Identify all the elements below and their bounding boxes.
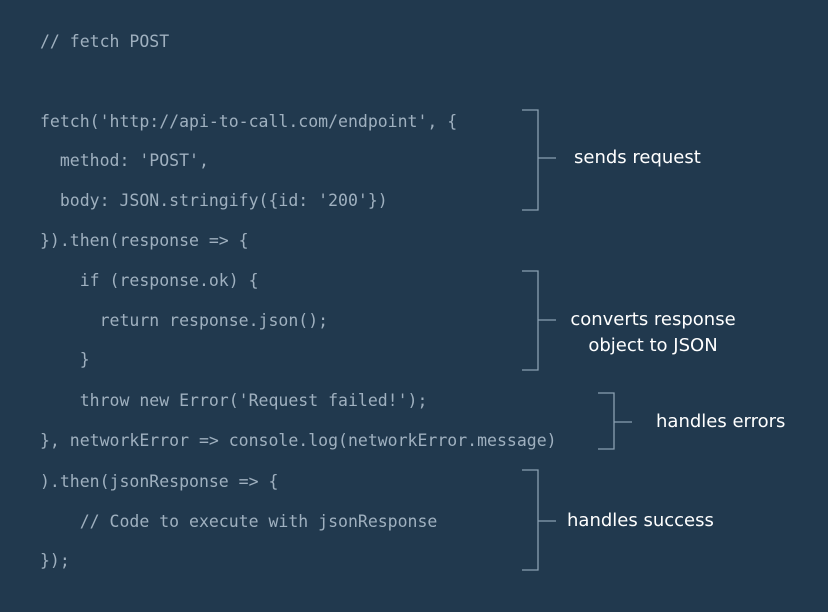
annotation-converts-line2: object to JSON [588,335,718,356]
annotation-converts-response: converts response object to JSON [566,307,740,359]
annotation-handles-errors: handles errors [656,411,786,432]
annotation-sends-request: sends request [574,147,701,168]
bracket-converts-response [522,270,556,371]
annotation-converts-line1: converts response [570,309,736,330]
bracket-handles-errors [598,392,632,450]
bracket-handles-success [522,469,556,571]
bracket-sends-request [522,109,556,211]
annotation-handles-success: handles success [567,510,714,531]
